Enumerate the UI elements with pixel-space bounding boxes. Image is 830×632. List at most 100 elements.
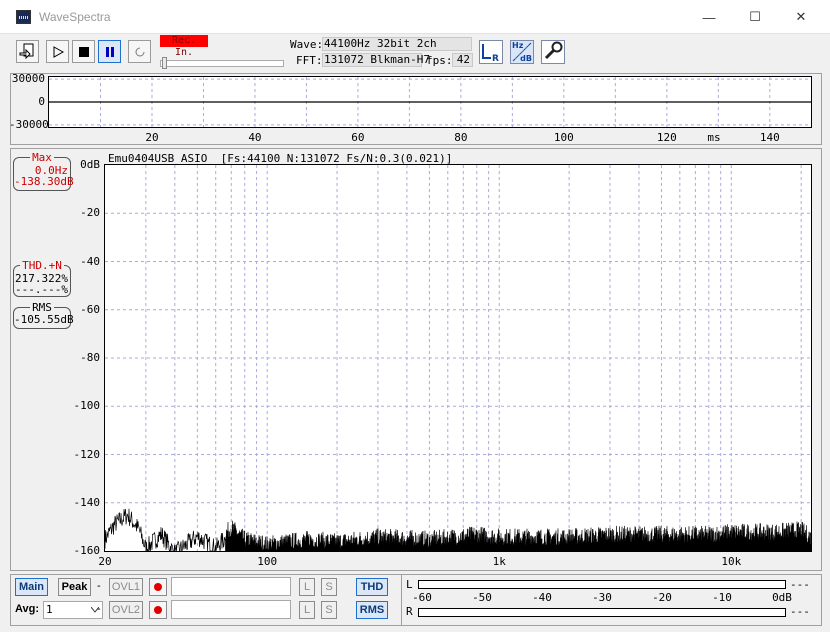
window-title: WaveSpectra (39, 10, 111, 24)
play-icon (53, 45, 64, 58)
waveform-x-tick: 120 (656, 131, 677, 144)
meter-tick: -60 (412, 591, 432, 604)
wave-format-value: 44100Hz 32bit 2ch (322, 37, 472, 51)
toolbar: Rec. In. Wave: 44100Hz 32bit 2ch FFT: 13… (0, 34, 830, 70)
svg-text:R: R (492, 54, 499, 63)
waveform-x-tick: 140 (759, 131, 780, 144)
spectrum-y-tick: -140 (73, 495, 101, 509)
lr-channel-button[interactable]: R (479, 40, 503, 64)
pause-icon (105, 46, 114, 57)
thd-value-2: ---.---% (15, 283, 68, 296)
ovl2-record-button[interactable] (149, 601, 167, 619)
ovl2-load-button[interactable]: L (299, 601, 315, 619)
waveform-x-tick: 20 (145, 131, 159, 144)
waveform-x-tick: 80 (454, 131, 468, 144)
rms-readout: RMS -105.55dB (13, 301, 74, 329)
meter-left-readout: --- (790, 578, 810, 591)
spectrum-y-tick: -120 (73, 447, 101, 461)
rms-caption: RMS (30, 301, 54, 314)
open-file-button[interactable] (16, 40, 39, 63)
file-open-icon (19, 43, 34, 60)
spectrum-x-tick: 20 (98, 555, 112, 568)
avg-select[interactable]: 1 (43, 601, 103, 619)
fft-setting-value: 131072 Blkman-H7 (322, 53, 430, 67)
hz-label: Hz (512, 41, 524, 50)
minimize-button[interactable]: — (686, 0, 732, 34)
meter-tick: -50 (472, 591, 492, 604)
main-button[interactable]: Main (15, 578, 48, 596)
app-icon (16, 10, 31, 24)
spectrum-y-tick: 0dB (80, 158, 100, 171)
rms-value: -105.55dB (14, 313, 74, 326)
spectrum-y-tick: -100 (73, 399, 101, 413)
waveform-y-tick: -30000 (9, 117, 49, 131)
ovl2-name-field[interactable] (171, 600, 291, 619)
hz-db-button[interactable]: Hz dB (510, 40, 534, 64)
db-label: dB (520, 54, 532, 63)
stop-button[interactable] (72, 40, 95, 63)
meter-left-label: L (406, 578, 413, 591)
spectrum-x-tick: 1k (492, 555, 506, 568)
avg-label: Avg: (15, 603, 40, 615)
ovl1-name-field[interactable] (171, 577, 291, 596)
spectrum-y-tick: -80 (80, 351, 100, 364)
stop-icon (78, 46, 89, 57)
spectrum-y-tick: -20 (80, 206, 100, 220)
meter-left-bar (418, 580, 786, 589)
thd-caption: THD.+N (20, 259, 64, 272)
waveform-plot[interactable] (48, 76, 812, 128)
peak-button[interactable]: Peak (58, 578, 91, 596)
ovl2-button[interactable]: OVL2 (109, 601, 143, 619)
meter-right-bar (418, 608, 786, 617)
meter-right-label: R (406, 605, 413, 618)
ovl1-save-button[interactable]: S (321, 578, 337, 596)
lr-channel-icon: R (482, 44, 499, 64)
max-readout: Max 0.0Hz -138.30dB (13, 151, 74, 191)
meter-tick: 0dB (772, 591, 792, 604)
spectrum-y-tick: -60 (80, 302, 100, 316)
waveform-x-tick: 60 (351, 131, 365, 144)
waveform-x-tick: 100 (553, 131, 574, 144)
fps-value: 42 (452, 53, 473, 67)
spectrum-x-tick: 100 (257, 555, 278, 568)
pause-button[interactable] (98, 40, 121, 63)
meter-tick: -20 (652, 591, 672, 604)
settings-button[interactable] (541, 40, 565, 64)
repeat-button[interactable] (128, 40, 151, 63)
waveform-graph (49, 77, 811, 127)
refresh-icon (135, 47, 144, 56)
fft-label: FFT: (296, 54, 323, 67)
spectrum-trace (104, 508, 812, 553)
waveform-x-unit: ms (707, 131, 721, 144)
rec-input-label[interactable]: Rec. In. (160, 35, 208, 58)
play-button[interactable] (46, 40, 69, 63)
thd-button[interactable]: THD (356, 578, 388, 596)
avg-value: 1 (46, 603, 53, 616)
rms-button[interactable]: RMS (356, 601, 388, 619)
ovl1-load-button[interactable]: L (299, 578, 315, 596)
slider-thumb[interactable] (162, 57, 167, 69)
fps-label: fps: (426, 54, 453, 67)
ovl2-save-button[interactable]: S (321, 601, 337, 619)
wrench-icon (544, 41, 563, 60)
spectrum-y-tick: -40 (80, 254, 100, 268)
meter-tick: -10 (712, 591, 732, 604)
spectrum-graph (104, 165, 812, 553)
max-caption: Max (30, 151, 54, 164)
meter-right-readout: --- (790, 605, 810, 618)
rec-level-slider[interactable] (160, 57, 284, 69)
waveform-x-tick: 40 (248, 131, 262, 144)
ovl1-button[interactable]: OVL1 (109, 578, 143, 596)
dash-separator-1: - (97, 580, 101, 592)
level-meter: L --- R --- -60 -50 -40 -30 -20 -10 0dB (401, 575, 821, 625)
title-bar: WaveSpectra — ☐ ✕ (0, 0, 830, 34)
spectrum-plot[interactable] (104, 164, 812, 553)
close-button[interactable]: ✕ (778, 0, 824, 34)
ovl1-record-button[interactable] (149, 578, 167, 596)
spectrum-x-tick: 10k (721, 555, 742, 568)
dash-separator-2: - (97, 603, 101, 615)
wave-label: Wave: (290, 38, 324, 51)
meter-tick: -40 (532, 591, 552, 604)
maximize-button[interactable]: ☐ (732, 0, 778, 34)
thd-readout: THD.+N 217.322% ---.---% (13, 259, 71, 297)
